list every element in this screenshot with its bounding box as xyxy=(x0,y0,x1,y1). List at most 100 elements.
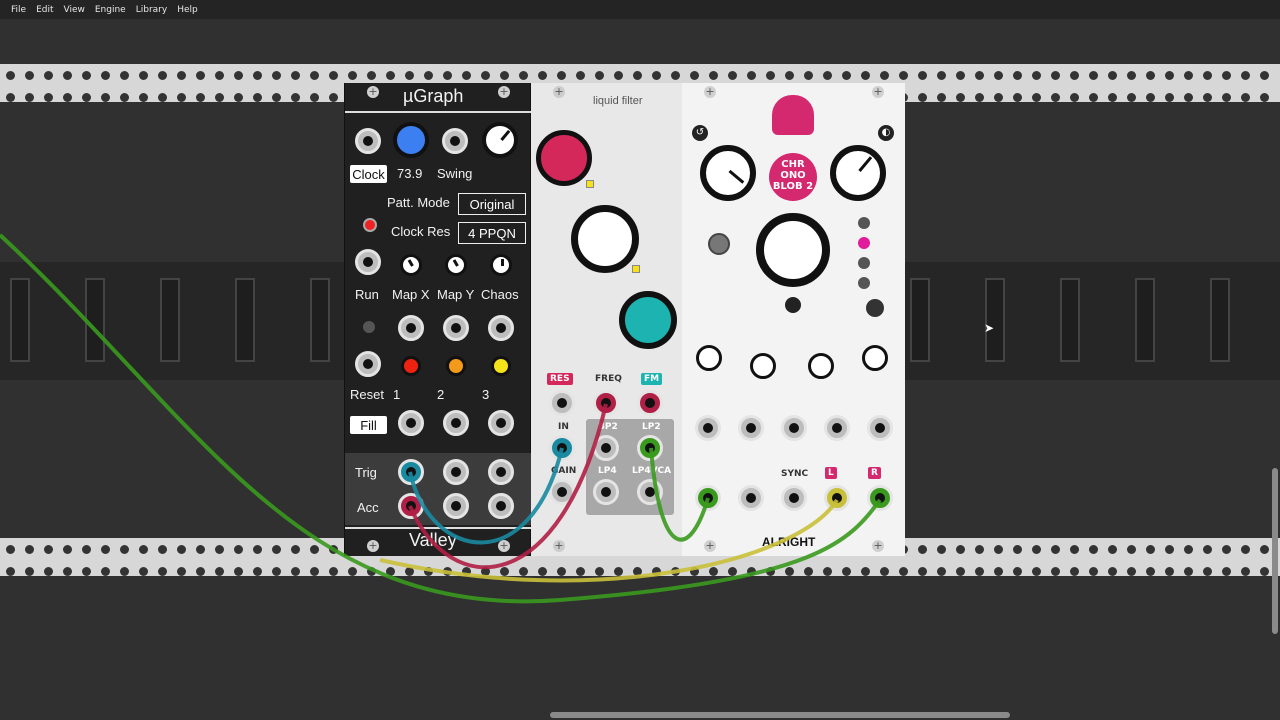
rail-hole xyxy=(139,567,148,576)
lp4vca-output[interactable] xyxy=(637,479,663,505)
sync-jack[interactable] xyxy=(781,485,807,511)
density-3-knob[interactable] xyxy=(491,356,511,376)
map-x-knob[interactable] xyxy=(400,254,422,276)
reset-jack[interactable] xyxy=(355,351,381,377)
fill-2-jack[interactable] xyxy=(443,410,469,436)
reverse-icon[interactable]: ↺ xyxy=(692,125,708,141)
chaos-cv-jack[interactable] xyxy=(488,315,514,341)
frequency-knob[interactable] xyxy=(571,205,639,273)
lp2-output[interactable] xyxy=(637,435,663,461)
menu-view[interactable]: View xyxy=(59,5,90,15)
fm-knob[interactable] xyxy=(619,291,677,349)
menu-edit[interactable]: Edit xyxy=(31,5,58,15)
rail-hole xyxy=(1013,567,1022,576)
attenuverter-2-knob[interactable] xyxy=(750,353,776,379)
liquid-filter-module[interactable]: + liquid filter RES FREQ FM IN BP2 LP2 G… xyxy=(531,83,682,556)
resonance-knob[interactable] xyxy=(536,130,592,186)
fill-button[interactable]: Fill xyxy=(350,416,387,434)
rail-hole xyxy=(709,71,718,80)
map-y-cv-jack[interactable] xyxy=(443,315,469,341)
menu-file[interactable]: File xyxy=(6,5,31,15)
rail-hole xyxy=(25,93,34,102)
acc-2-output[interactable] xyxy=(443,493,469,519)
lp4-output[interactable] xyxy=(593,479,619,505)
rail-hole xyxy=(310,545,319,554)
vertical-scrollbar[interactable] xyxy=(1272,468,1278,634)
in-r-jack[interactable] xyxy=(738,485,764,511)
map-x-cv-jack[interactable] xyxy=(398,315,424,341)
rail-hole xyxy=(158,93,167,102)
clock-res-select[interactable]: 4 PPQN xyxy=(458,222,526,244)
trig-1-output[interactable] xyxy=(398,459,424,485)
out-r-jack[interactable] xyxy=(867,485,893,511)
rail-hole xyxy=(975,71,984,80)
gain-cv-jack[interactable] xyxy=(549,479,575,505)
blank-panel-slot xyxy=(1210,278,1230,362)
time-l-cv-jack[interactable] xyxy=(738,415,764,441)
rail-hole xyxy=(1013,71,1022,80)
rail-hole xyxy=(1222,567,1231,576)
fill-1-jack[interactable] xyxy=(398,410,424,436)
attenuverter-3-knob[interactable] xyxy=(808,353,834,379)
clock-knob[interactable] xyxy=(393,122,429,158)
menu-bar: File Edit View Engine Library Help xyxy=(0,0,1280,19)
rail-hole xyxy=(1013,545,1022,554)
rail-hole xyxy=(6,567,15,576)
in-l-jack[interactable] xyxy=(695,485,721,511)
feedback-knob[interactable] xyxy=(700,145,756,201)
swing-cv-jack[interactable] xyxy=(442,128,468,154)
acc-3-output[interactable] xyxy=(488,493,514,519)
menu-engine[interactable]: Engine xyxy=(90,5,131,15)
trig-2-output[interactable] xyxy=(443,459,469,485)
infinite-cv-jack[interactable] xyxy=(781,415,807,441)
mix-knob[interactable] xyxy=(830,145,886,201)
acc-1-output[interactable] xyxy=(398,493,424,519)
patt-mode-select[interactable]: Original xyxy=(458,193,526,215)
rail-hole xyxy=(1165,93,1174,102)
rail-hole xyxy=(785,567,794,576)
ugraph-module[interactable]: + + µGraph Clock 73.9 Swing Patt. Mode O… xyxy=(344,83,532,556)
chronoblob-module[interactable]: + + ↺ ◐ CHR ONO BLOB 2 SYNC L R ALRIGHT … xyxy=(682,83,905,556)
rail-hole xyxy=(25,545,34,554)
rail-hole xyxy=(234,545,243,554)
infinite-button[interactable] xyxy=(708,233,730,255)
mirror-icon[interactable]: ◐ xyxy=(878,125,894,141)
fill-3-jack[interactable] xyxy=(488,410,514,436)
mode-button[interactable] xyxy=(866,299,884,317)
time-r-cv-jack[interactable] xyxy=(824,415,850,441)
rail-hole xyxy=(120,545,129,554)
fm-cv-jack[interactable] xyxy=(637,390,663,416)
rail-hole xyxy=(937,93,946,102)
rail-hole xyxy=(1241,567,1250,576)
clock-button[interactable]: Clock xyxy=(350,165,387,183)
map-y-knob[interactable] xyxy=(445,254,467,276)
audio-in-jack[interactable] xyxy=(549,435,575,461)
out-l-jack[interactable] xyxy=(824,485,850,511)
rail-hole xyxy=(272,71,281,80)
rail-hole xyxy=(481,567,490,576)
trig-3-output[interactable] xyxy=(488,459,514,485)
density-2-knob[interactable] xyxy=(446,356,466,376)
time-knob[interactable] xyxy=(756,213,830,287)
time-mode-button[interactable] xyxy=(785,297,801,313)
swing-knob[interactable] xyxy=(482,122,518,158)
rail-hole xyxy=(1241,93,1250,102)
bp2-output[interactable] xyxy=(593,435,619,461)
rail-hole xyxy=(1222,545,1231,554)
menu-help[interactable]: Help xyxy=(172,5,203,15)
res-cv-jack[interactable] xyxy=(549,390,575,416)
menu-library[interactable]: Library xyxy=(131,5,172,15)
rail-hole xyxy=(690,567,699,576)
horizontal-scrollbar[interactable] xyxy=(550,712,1010,718)
chaos-knob[interactable] xyxy=(490,254,512,276)
freq-cv-jack[interactable] xyxy=(593,390,619,416)
density-1-knob[interactable] xyxy=(401,356,421,376)
run-jack[interactable] xyxy=(355,249,381,275)
rail-hole xyxy=(747,71,756,80)
attenuverter-1-knob[interactable] xyxy=(696,345,722,371)
attenuverter-4-knob[interactable] xyxy=(862,345,888,371)
feedback-cv-jack[interactable] xyxy=(695,415,721,441)
mix-cv-jack[interactable] xyxy=(867,415,893,441)
rail-hole xyxy=(1127,71,1136,80)
clock-cv-jack[interactable] xyxy=(355,128,381,154)
